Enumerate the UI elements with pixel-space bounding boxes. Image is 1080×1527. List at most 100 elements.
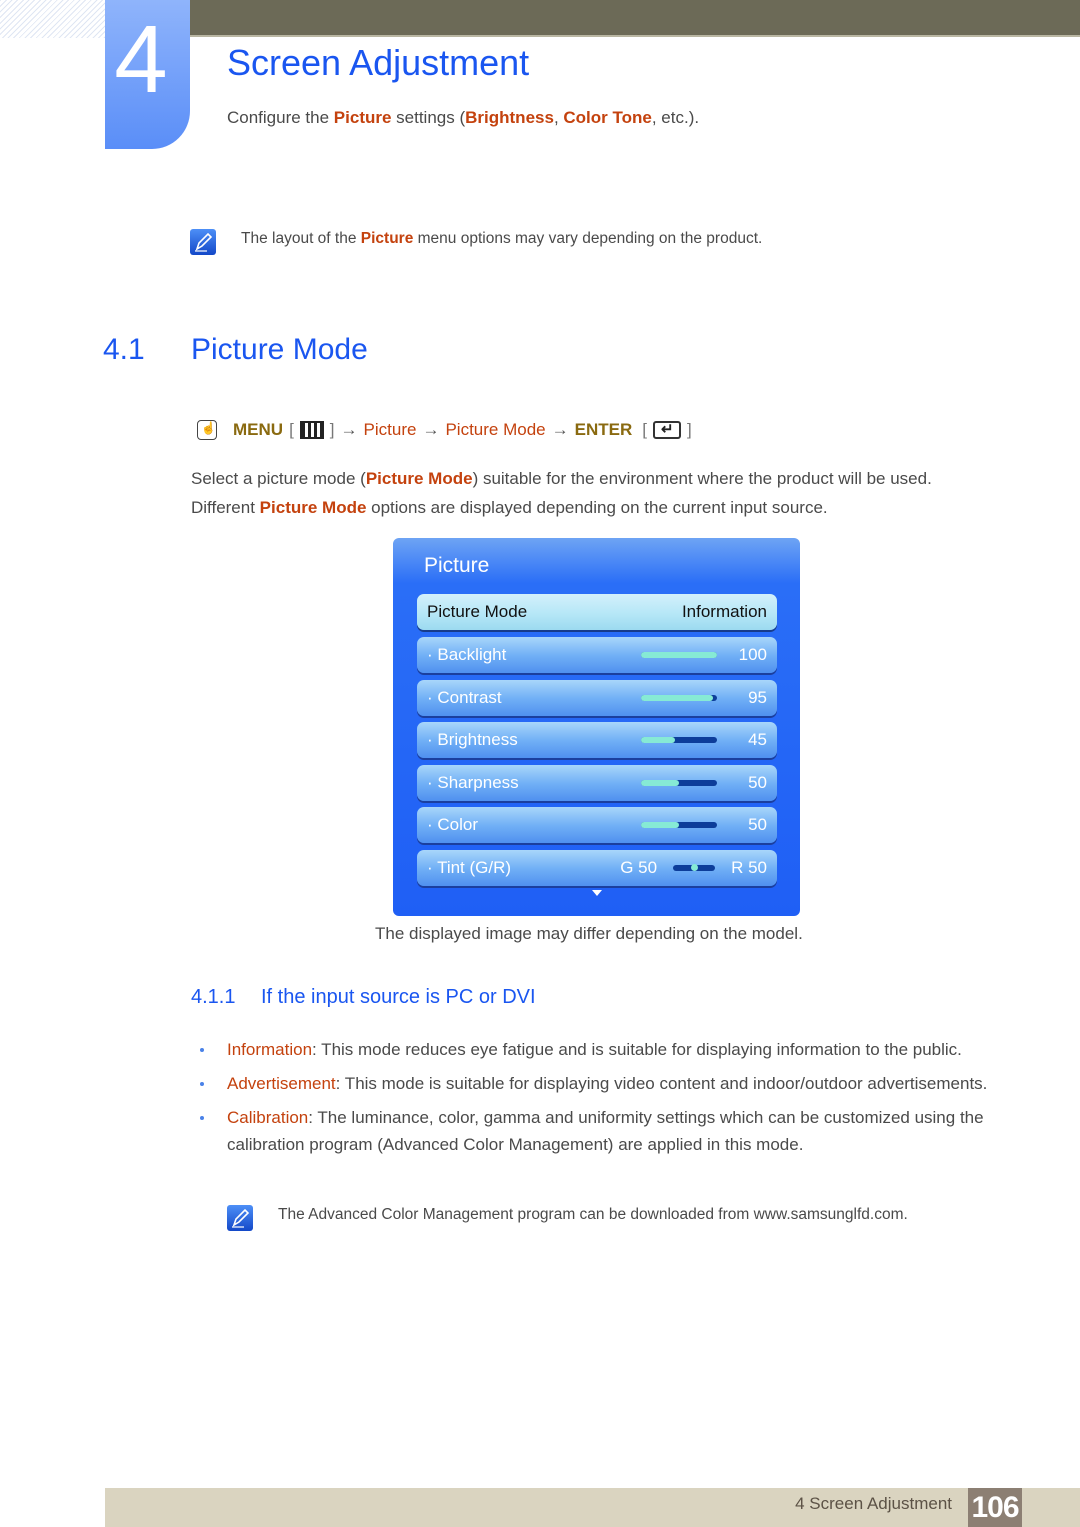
note-text: The layout of the — [241, 230, 361, 247]
osd-row-value: 100 — [738, 645, 767, 664]
note-pencil-icon — [190, 229, 216, 255]
triangle-down-icon[interactable] — [592, 890, 602, 896]
osd-row[interactable]: · Contrast 95 — [417, 679, 777, 716]
picture-mode-term: Picture Mode — [365, 469, 473, 488]
header-bar — [190, 0, 1080, 37]
menu-step-picture: Picture — [363, 420, 417, 439]
tint-slider[interactable] — [673, 864, 716, 871]
bracket-close: ] — [329, 420, 335, 439]
osd-row-value: Information — [681, 602, 767, 621]
tint-red-value: R 50 — [731, 858, 767, 877]
osd-slider[interactable] — [641, 652, 717, 658]
mode-description: : This mode is suitable for displaying v… — [335, 1074, 988, 1093]
osd-row-picture-mode[interactable]: Picture Mode Information — [417, 594, 777, 630]
mode-list-item: Calibration: The luminance, color, gamma… — [196, 1104, 1006, 1158]
intro-color-tone-term: Color Tone — [563, 108, 652, 127]
chapter-number: 4 — [114, 6, 168, 113]
menu-step-picture-mode: Picture Mode — [445, 420, 546, 439]
enter-button-icon — [652, 420, 681, 439]
osd-row-label: · Contrast — [427, 687, 502, 707]
osd-slider[interactable] — [641, 779, 717, 786]
arrow-icon: → — [551, 420, 569, 439]
section-title: Picture Mode — [191, 333, 368, 366]
mode-term: Information — [227, 1040, 313, 1059]
intro-text: , — [553, 108, 564, 127]
osd-row-label: · Brightness — [427, 730, 518, 749]
footer-chapter-label: 4 Screen Adjustment — [795, 1494, 952, 1513]
para-text: options are displayed depending on the c… — [366, 498, 828, 517]
enter-key: ENTER — [574, 420, 633, 439]
osd-row[interactable]: · Color 50 — [417, 807, 777, 843]
osd-slider-fill — [641, 737, 676, 743]
osd-slider-fill — [641, 779, 679, 786]
osd-row[interactable]: · Sharpness 50 — [417, 764, 777, 801]
note-pencil-icon — [227, 1205, 253, 1231]
mode-list: Information: This mode reduces eye fatig… — [196, 1036, 1006, 1165]
mode-term: Calibration — [227, 1108, 309, 1127]
mode-term: Advertisement — [227, 1074, 336, 1093]
menu-key: MENU — [233, 420, 284, 439]
para-text: Select a picture mode ( — [191, 469, 366, 488]
picture-menu-osd: Picture Picture Mode Information · Backl… — [393, 538, 800, 916]
mode-description: : This mode reduces eye fatigue and is s… — [312, 1040, 962, 1059]
note-picture-term: Picture — [360, 230, 414, 247]
osd-slider[interactable] — [641, 737, 717, 743]
bracket-close: ] — [686, 420, 692, 439]
picture-mode-term: Picture Mode — [259, 498, 367, 517]
osd-row-label: · Tint (G/R) — [427, 858, 512, 877]
osd-slider[interactable] — [641, 694, 717, 701]
note-layout: The layout of the Picture menu options m… — [241, 230, 762, 248]
tint-green-value: G 50 — [620, 858, 658, 877]
intro-text: , etc.). — [651, 108, 700, 127]
mode-list-item: Information: This mode reduces eye fatig… — [196, 1036, 1006, 1063]
subsection-number: 4.1.1 — [191, 986, 236, 1008]
intro-text: Configure the — [227, 108, 334, 127]
osd-slider-fill — [641, 694, 714, 701]
osd-row-label: Picture Mode — [427, 602, 528, 621]
osd-title: Picture — [424, 554, 490, 577]
bracket-open: [ — [642, 420, 647, 439]
osd-row-label: · Color — [427, 815, 479, 834]
arrow-icon: → — [340, 420, 358, 439]
image-caption: The displayed image may differ depending… — [375, 924, 803, 943]
subsection-title: If the input source is PC or DVI — [261, 986, 536, 1008]
para-text: ) suitable for the environment where the… — [472, 469, 932, 488]
chapter-title: Screen Adjustment — [227, 42, 530, 83]
osd-row-label: · Backlight — [427, 645, 507, 664]
osd-row-value: 95 — [748, 687, 767, 707]
description-line-2: Different Picture Mode options are displ… — [191, 498, 828, 518]
osd-row-value: 45 — [748, 730, 767, 749]
menu-button-icon — [299, 421, 324, 439]
osd-row[interactable]: · Backlight 100 — [417, 637, 777, 673]
tint-slider-knob[interactable] — [691, 864, 699, 871]
osd-row[interactable]: · Brightness 45 — [417, 722, 777, 758]
osd-row-label: · Sharpness — [427, 772, 519, 792]
intro-brightness-term: Brightness — [465, 108, 554, 127]
intro-text: settings ( — [391, 108, 466, 127]
note-download: The Advanced Color Management program ca… — [278, 1206, 908, 1223]
header-hatch-decoration — [0, 0, 105, 38]
note-text: menu options may vary depending on the p… — [413, 230, 763, 247]
bullet-dot-icon — [200, 1082, 204, 1086]
page-number: 106 — [968, 1488, 1022, 1527]
mode-description: : The luminance, color, gamma and unifor… — [227, 1108, 984, 1154]
osd-slider-fill — [641, 652, 717, 658]
osd-row-tint[interactable]: · Tint (G/R) G 50 R 50 — [417, 850, 777, 886]
osd-slider-fill — [641, 822, 679, 828]
section-number: 4.1 — [103, 333, 145, 366]
description-line-1: Select a picture mode (Picture Mode) sui… — [191, 469, 932, 489]
bullet-dot-icon — [200, 1116, 204, 1120]
para-text: Different — [191, 498, 260, 517]
remote-hand-icon — [197, 420, 217, 440]
arrow-icon: → — [422, 420, 440, 439]
chapter-intro: Configure the Picture settings (Brightne… — [227, 108, 699, 128]
bracket-open: [ — [289, 420, 294, 439]
mode-list-item: Advertisement: This mode is suitable for… — [196, 1070, 1006, 1097]
osd-slider[interactable] — [641, 822, 717, 828]
intro-picture-term: Picture — [333, 108, 392, 127]
osd-row-value: 50 — [748, 815, 767, 834]
bullet-dot-icon — [200, 1048, 204, 1052]
osd-row-value: 50 — [748, 772, 767, 792]
chapter-tab: 4 — [105, 0, 190, 149]
menu-path: MENU [ ] → Picture → Picture Mode → ENTE… — [197, 418, 692, 442]
